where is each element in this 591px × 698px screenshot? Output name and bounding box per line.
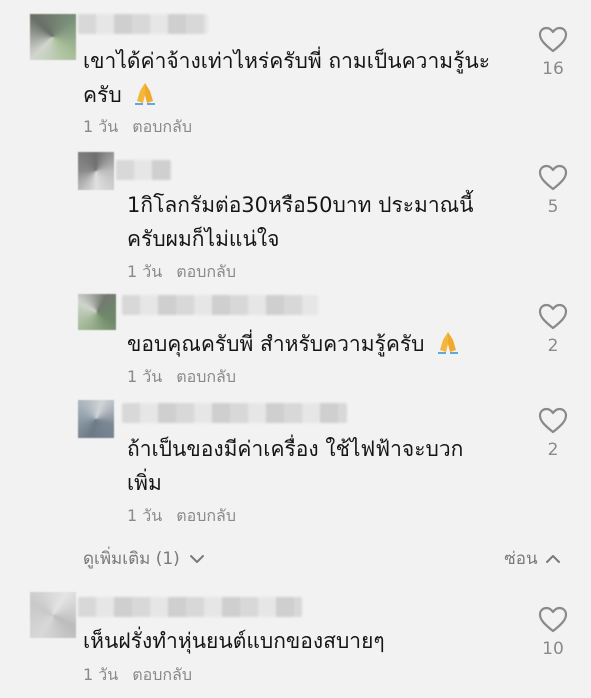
username-blurred[interactable] (116, 160, 171, 180)
heart-icon (538, 407, 568, 434)
heart-icon (538, 606, 568, 633)
comment-text-line1: เห็นฝรั่งทำหุ่นยนต์แบกของสบายๆ (83, 629, 385, 653)
comment-text-line2: เพิ่ม (127, 471, 162, 495)
like-count: 5 (547, 197, 559, 217)
comment-meta: 1 วัน ตอบกลับ (83, 665, 192, 685)
like-button[interactable]: 2 (533, 303, 573, 356)
comment-text: ขอบคุณครับพี่ สำหรับความรู้ครับ (127, 327, 461, 361)
comment-time: 1 วัน (83, 117, 119, 136)
comment-text: 1กิโลกรัมต่อ30หรือ50บาท ประมาณนี้ ครับผม… (127, 188, 474, 256)
comment-time: 1 วัน (127, 262, 163, 281)
reply-button[interactable]: ตอบกลับ (132, 117, 192, 136)
comment-time: 1 วัน (127, 367, 163, 386)
username-blurred[interactable] (78, 597, 302, 617)
avatar[interactable] (78, 152, 114, 190)
reply-button[interactable]: ตอบกลับ (176, 262, 236, 281)
hide-label: ซ่อน (504, 549, 538, 569)
pray-emoji-icon (438, 332, 459, 354)
pray-emoji-icon (135, 83, 156, 105)
reply-button[interactable]: ตอบกลับ (132, 665, 192, 684)
see-more-label: ดูเพิ่มเติม (1) (83, 549, 180, 569)
comment-text-line1: ขอบคุณครับพี่ สำหรับความรู้ครับ (127, 332, 425, 356)
hide-replies-button[interactable]: ซ่อน (504, 545, 561, 572)
avatar[interactable] (78, 400, 114, 438)
comment-text: เขาได้ค่าจ้างเท่าไหร่ครับพี่ ถามเป็นความ… (83, 44, 490, 112)
comment-text: ถ้าเป็นของมีค่าเครื่อง ใช้ไฟฟ้าจะบวก เพิ… (127, 432, 463, 500)
comment-meta: 1 วัน ตอบกลับ (83, 117, 192, 137)
avatar[interactable] (30, 14, 76, 60)
username-blurred[interactable] (122, 403, 347, 423)
like-button[interactable]: 2 (533, 407, 573, 460)
heart-icon (538, 164, 568, 191)
comment-text-line1: 1กิโลกรัมต่อ30หรือ50บาท ประมาณนี้ (127, 193, 474, 217)
comment-meta: 1 วัน ตอบกลับ (127, 262, 236, 282)
see-more-replies-button[interactable]: ดูเพิ่มเติม (1) (83, 545, 205, 572)
like-button[interactable]: 16 (533, 26, 573, 79)
username-blurred[interactable] (122, 295, 318, 315)
like-button[interactable]: 10 (533, 606, 573, 659)
chevron-down-icon (190, 555, 205, 563)
reply-button[interactable]: ตอบกลับ (176, 506, 236, 525)
comment-text-line2: ครับผมก็ไม่แน่ใจ (127, 227, 280, 251)
avatar[interactable] (78, 294, 116, 330)
like-count: 16 (542, 59, 564, 79)
comment-text: เห็นฝรั่งทำหุ่นยนต์แบกของสบายๆ (83, 624, 385, 658)
like-count: 2 (547, 336, 559, 356)
chevron-up-icon (546, 555, 560, 563)
comment-time: 1 วัน (127, 506, 163, 525)
heart-icon (538, 26, 568, 53)
like-count: 10 (542, 639, 564, 659)
comment-meta: 1 วัน ตอบกลับ (127, 367, 236, 387)
replies-controls: ดูเพิ่มเติม (1) ซ่อน (0, 545, 591, 569)
like-button[interactable]: 5 (533, 164, 573, 217)
comment-text-line1: เขาได้ค่าจ้างเท่าไหร่ครับพี่ ถามเป็นความ… (83, 49, 490, 73)
username-blurred[interactable] (78, 14, 208, 34)
like-count: 2 (547, 440, 559, 460)
reply-button[interactable]: ตอบกลับ (176, 367, 236, 386)
comment-text-line1: ถ้าเป็นของมีค่าเครื่อง ใช้ไฟฟ้าจะบวก (127, 437, 464, 461)
avatar[interactable] (30, 592, 76, 638)
comment-meta: 1 วัน ตอบกลับ (127, 506, 236, 526)
comment-time: 1 วัน (83, 665, 119, 684)
comment-text-line2: ครับ (83, 83, 122, 107)
heart-icon (538, 303, 568, 330)
